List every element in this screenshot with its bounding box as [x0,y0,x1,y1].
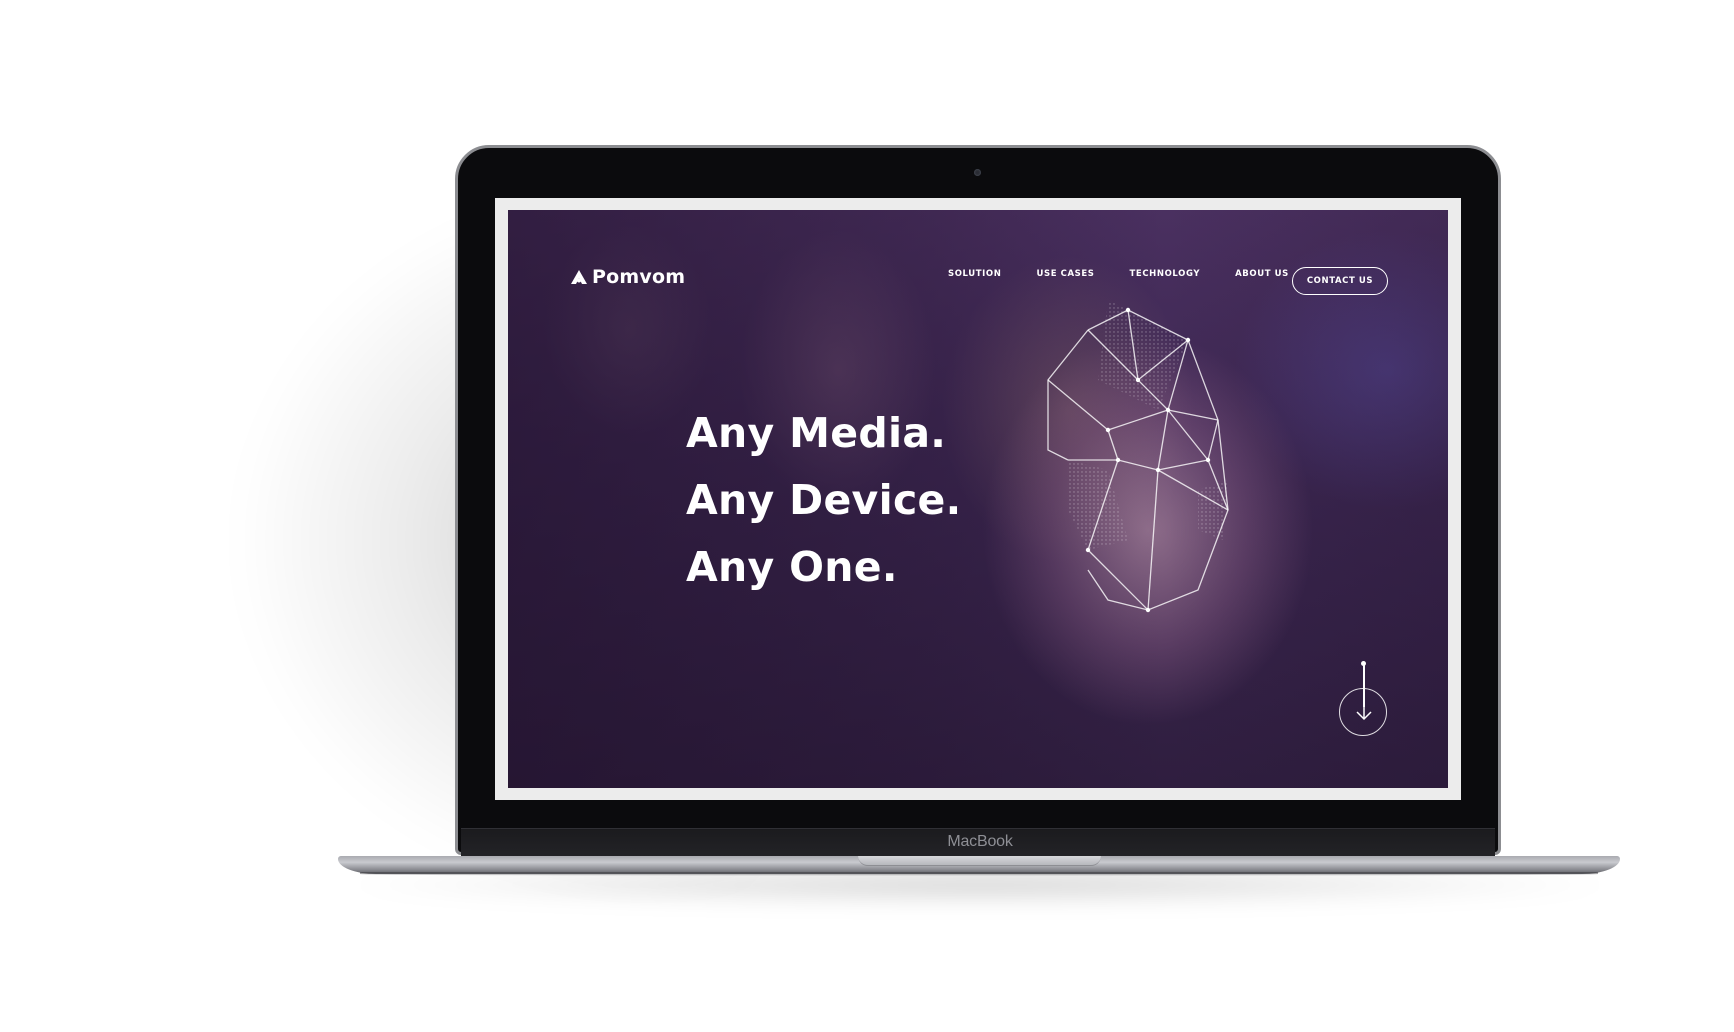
scroll-down-button[interactable] [1339,688,1387,736]
logo-text: Pomvom [592,266,686,288]
contact-us-button[interactable]: CONTACT US [1292,267,1388,295]
pomvom-logo-icon [571,270,587,284]
hero-line-1: Any Media. [686,409,947,457]
hero-headline: Any Media. Any Device. Any One. [686,400,962,601]
hero-line-2: Any Device. [686,476,962,524]
site-logo[interactable]: Pomvom [570,266,685,288]
website-screen: Pomvom SOLUTION USE CASES TECHNOLOGY ABO… [508,210,1448,788]
scroll-indicator-dot [1361,661,1366,666]
nav-item-solution[interactable]: SOLUTION [948,269,1001,279]
nav-item-about-us[interactable]: ABOUT US [1235,269,1289,279]
laptop-base-edge [360,872,1598,876]
webcam-icon [974,169,981,176]
main-nav: SOLUTION USE CASES TECHNOLOGY ABOUT US [948,269,1324,279]
mockup-stage: Pomvom SOLUTION USE CASES TECHNOLOGY ABO… [0,0,1734,1032]
laptop-opening-notch [858,856,1101,866]
nav-item-technology[interactable]: TECHNOLOGY [1130,269,1201,279]
device-brand-label: MacBook [947,833,1013,850]
face-tracking-mesh-icon [1047,300,1229,613]
nav-item-use-cases[interactable]: USE CASES [1036,269,1094,279]
arrow-down-icon [1356,701,1372,721]
hero-line-3: Any One. [686,543,898,591]
